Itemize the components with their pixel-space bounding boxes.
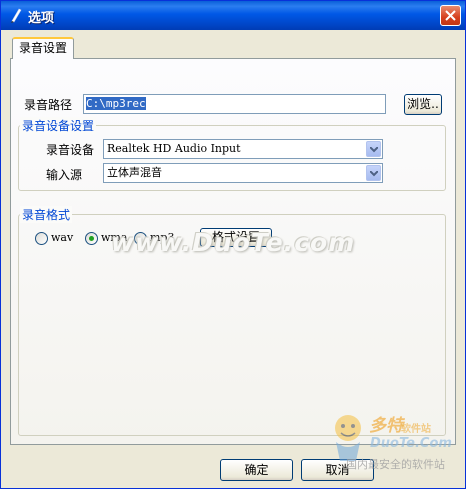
record-path-input[interactable]: C:\mp3rec xyxy=(83,94,386,114)
device-value: Realtek HD Audio Input xyxy=(107,142,241,155)
watermark-logo-cn: 多特 xyxy=(369,416,403,436)
options-dialog: 选项 录音设置 录音路径 C:\mp3rec 浏览.. 录音设备设置 录音设备 … xyxy=(0,0,466,489)
radio-selected-dot xyxy=(89,236,94,241)
pen-icon xyxy=(11,8,22,23)
device-group-title: 录音设备设置 xyxy=(20,117,97,134)
ok-button[interactable]: 确定 xyxy=(220,459,293,481)
watermark-slogan: 国内最安全的软件站 xyxy=(346,458,445,471)
source-select[interactable]: 立体声混音 xyxy=(103,163,383,183)
chevron-down-icon xyxy=(370,171,378,177)
record-path-label: 录音路径 xyxy=(24,98,73,112)
chevron-down-icon xyxy=(370,147,378,153)
title-bar[interactable]: 选项 xyxy=(1,1,465,30)
tab-record-settings[interactable]: 录音设置 xyxy=(12,37,74,59)
source-dropdown-button[interactable] xyxy=(366,165,381,181)
browse-button[interactable]: 浏览.. xyxy=(404,94,442,115)
tab-label: 录音设置 xyxy=(18,41,67,55)
format-group-title: 录音格式 xyxy=(20,206,73,223)
radio-circle xyxy=(35,232,48,245)
device-select[interactable]: Realtek HD Audio Input xyxy=(103,139,383,159)
radio-wav[interactable]: wav xyxy=(35,231,75,246)
radio-label: wav xyxy=(51,231,74,244)
ok-label: 确定 xyxy=(244,463,269,477)
browse-label: 浏览.. xyxy=(407,97,439,111)
window-title: 选项 xyxy=(28,11,55,26)
watermark-logo-small: 软件站 xyxy=(401,424,431,435)
record-path-value: C:\mp3rec xyxy=(86,97,146,110)
watermark-logo-en: DuoTe.Com xyxy=(370,436,452,451)
device-label: 录音设备 xyxy=(46,143,95,157)
site-watermark: www.DuoTe.com xyxy=(111,228,356,257)
source-label: 输入源 xyxy=(46,168,83,182)
close-button[interactable] xyxy=(440,5,461,26)
radio-circle xyxy=(85,232,98,245)
device-dropdown-button[interactable] xyxy=(366,141,381,157)
close-icon xyxy=(445,10,456,21)
source-value: 立体声混音 xyxy=(107,166,162,179)
